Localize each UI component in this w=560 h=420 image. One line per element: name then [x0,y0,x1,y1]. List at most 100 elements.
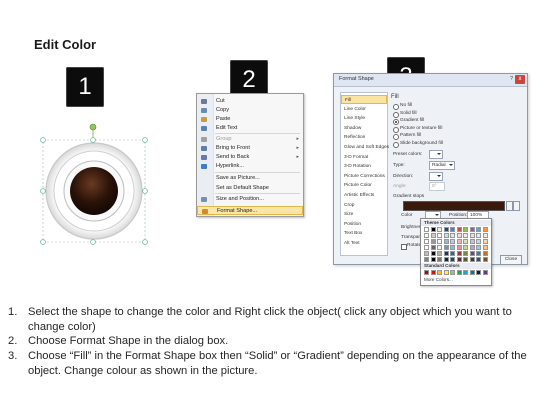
theme-color-swatch[interactable] [443,257,449,262]
standard-color-swatch[interactable] [469,270,475,275]
theme-color-swatch[interactable] [476,257,481,262]
menu-item-hyperlink[interactable]: Hyperlink... [197,162,303,171]
nav-item-shadow[interactable]: Shadow [341,124,387,133]
theme-color-swatch[interactable] [482,257,488,262]
nav-item-reflection[interactable]: Reflection [341,133,387,142]
fill-option-radio[interactable] [393,141,399,148]
theme-color-swatch[interactable] [437,257,442,262]
theme-color-swatch[interactable] [463,257,468,262]
theme-color-swatch[interactable] [476,227,481,232]
theme-color-swatch[interactable] [482,239,488,244]
nav-item-alt-text[interactable]: Alt Text [341,239,387,248]
theme-color-swatch[interactable] [424,227,429,232]
help-icon[interactable]: ? [510,76,513,82]
standard-color-swatch[interactable] [476,270,481,275]
theme-color-swatch[interactable] [437,233,442,238]
fill-option-radio[interactable] [393,111,399,118]
close-button[interactable]: Close [500,255,522,265]
theme-color-swatch[interactable] [430,233,436,238]
standard-color-swatch[interactable] [437,270,442,275]
theme-color-swatch[interactable] [437,245,442,250]
theme-color-swatch[interactable] [456,251,462,256]
theme-color-swatch[interactable] [482,227,488,232]
nav-item-3-d-rotation[interactable]: 3-D Rotation [341,162,387,171]
nav-item-glow-and-soft-edges[interactable]: Glow and Soft Edges [341,143,389,152]
nav-item-size[interactable]: Size [341,210,387,219]
theme-color-swatch[interactable] [424,251,429,256]
theme-color-swatch[interactable] [430,251,436,256]
nav-item-text-box[interactable]: Text Box [341,229,387,238]
nav-item-line-color[interactable]: Line Color [341,105,387,114]
theme-color-swatch[interactable] [482,251,488,256]
theme-color-swatch[interactable] [450,227,455,232]
close-icon[interactable]: x [515,75,525,84]
theme-color-swatch[interactable] [476,245,481,250]
theme-color-swatch[interactable] [450,239,455,244]
menu-item-set-as-default-shape[interactable]: Set as Default Shape [197,184,303,193]
theme-color-swatch[interactable] [476,251,481,256]
menu-item-save-as-picture[interactable]: Save as Picture... [197,174,303,183]
fill-option-radio[interactable] [393,134,399,140]
theme-color-swatch[interactable] [456,239,462,244]
nav-item-position[interactable]: Position [341,220,387,229]
standard-color-swatch[interactable] [450,270,455,275]
theme-color-swatch[interactable] [482,245,488,250]
theme-color-swatch[interactable] [424,245,429,250]
menu-item-edit-text[interactable]: Edit Text [197,124,303,133]
theme-color-swatch[interactable] [437,239,442,244]
theme-color-swatch[interactable] [430,239,436,244]
fill-option-radio[interactable] [393,126,399,133]
theme-color-swatch[interactable] [443,239,449,244]
add-stop-button[interactable] [506,201,513,211]
theme-color-swatch[interactable] [437,227,442,232]
menu-item-send-to-back[interactable]: Send to Back ▸ [197,153,303,162]
theme-color-swatch[interactable] [476,239,481,244]
standard-color-swatch[interactable] [443,270,449,275]
menu-item-cut[interactable]: Cut [197,97,303,106]
selected-shape[interactable] [36,120,152,250]
theme-color-swatch[interactable] [456,245,462,250]
theme-color-swatch[interactable] [456,227,462,232]
theme-color-swatch[interactable] [476,233,481,238]
menu-item-copy[interactable]: Copy [197,106,303,115]
nav-item-3-d-format[interactable]: 3-D Format [341,153,387,162]
preset-colors-dropdown[interactable] [429,150,443,159]
theme-color-swatch[interactable] [437,251,442,256]
theme-color-swatch[interactable] [469,251,475,256]
nav-item-fill[interactable]: Fill [341,95,387,105]
theme-color-swatch[interactable] [430,245,436,250]
theme-color-swatch[interactable] [424,233,429,238]
angle-input[interactable]: 0° [429,182,445,191]
theme-color-swatch[interactable] [463,227,468,232]
theme-color-swatch[interactable] [463,245,468,250]
theme-color-swatch[interactable] [443,245,449,250]
theme-color-swatch[interactable] [456,233,462,238]
menu-item-format-shape[interactable]: Format Shape... [197,206,303,215]
theme-color-swatch[interactable] [456,257,462,262]
nav-item-picture-corrections[interactable]: Picture Corrections [341,172,387,181]
nav-item-artistic-effects[interactable]: Artistic Effects [341,191,387,200]
standard-color-swatch[interactable] [424,270,429,275]
nav-item-crop[interactable]: Crop [341,201,387,210]
fill-option-radio[interactable] [393,119,399,125]
theme-color-swatch[interactable] [482,233,488,238]
type-dropdown[interactable]: Radial [429,161,455,170]
fill-option-radio[interactable] [393,104,399,110]
theme-color-swatch[interactable] [463,233,468,238]
standard-color-swatch[interactable] [463,270,468,275]
theme-color-swatch[interactable] [469,245,475,250]
theme-color-swatch[interactable] [469,233,475,238]
menu-item-bring-to-front[interactable]: Bring to Front ▸ [197,144,303,153]
theme-color-swatch[interactable] [430,227,436,232]
standard-color-swatch[interactable] [456,270,462,275]
standard-color-swatch[interactable] [482,270,488,275]
theme-color-swatch[interactable] [424,239,429,244]
theme-color-swatch[interactable] [450,251,455,256]
remove-stop-button[interactable] [513,201,520,211]
theme-color-swatch[interactable] [430,257,436,262]
theme-color-swatch[interactable] [469,257,475,262]
theme-color-swatch[interactable] [469,227,475,232]
standard-color-swatch[interactable] [430,270,436,275]
nav-item-picture-color[interactable]: Picture Color [341,181,387,190]
more-colors-link[interactable]: More Colors... [424,277,453,282]
